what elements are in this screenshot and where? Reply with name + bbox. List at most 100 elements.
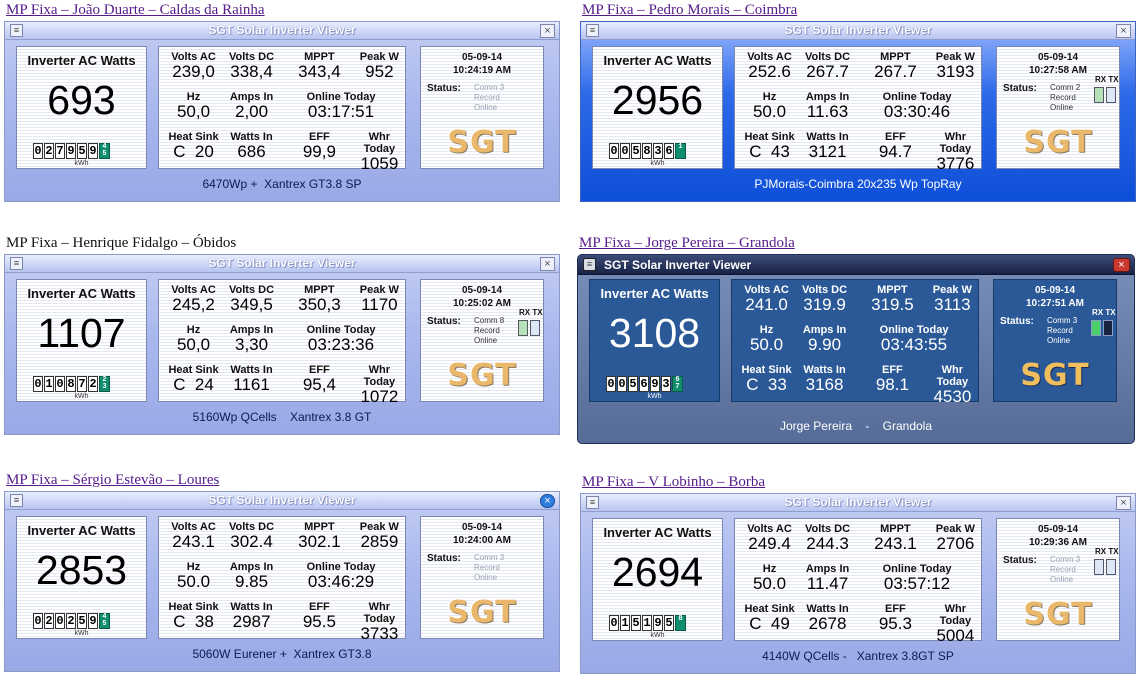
close-icon[interactable]: × [1116,24,1131,38]
status-time: 10:24:00 AM [453,535,511,546]
odometer-fraction-digit: 23 [99,376,110,392]
odometer-digit: 7 [55,143,65,159]
peak-w-value: 1170 [361,295,398,314]
whr-today-label: Whr Today [939,131,972,155]
close-icon[interactable]: × [540,24,555,38]
whr-today-value: 1059 [360,154,399,173]
window-menu-icon[interactable]: ≡ [583,258,596,271]
online-today-value: 03:46:29 [307,572,375,591]
whr-today-label: Whr Today [939,603,972,627]
peak-w-value: 952 [365,62,394,81]
watts-in-value: 1161 [233,375,270,394]
online-label: Online [474,103,498,112]
amps-in-value: 2,00 [234,102,269,121]
window-title: SGT Solar Inverter Viewer [208,493,356,507]
ac-watts-value: 2694 [611,549,704,595]
whr-today-value: 1072 [360,387,399,406]
odometer-digit: 5 [631,615,641,631]
odometer-digit: 0 [606,376,616,392]
volts-dc-value: 267.7 [806,62,849,81]
sgt-logo: SGT [1023,125,1093,160]
watts-in-value: 686 [237,142,266,161]
sgt-logo: SGT [447,595,517,630]
odometer-digit: 0 [55,376,65,392]
inverter-caption-link[interactable]: MP Fixa – Pedro Morais – Coimbra [580,0,1136,21]
online-today-value: 03:30:46 [883,102,951,121]
ac-watts-panel: Inverter AC Watts 693 02795945 kWh [16,46,147,169]
close-icon[interactable]: × [1116,496,1131,510]
title-bar[interactable]: ≡ SGT Solar Inverter Viewer × [578,255,1134,275]
eff-value: 98.1 [875,375,909,394]
inverter-window: ≡ SGT Solar Inverter Viewer × Inverter A… [4,254,560,435]
ac-watts-panel: Inverter AC Watts 2694 0151958 kWh [592,518,723,641]
odometer-digit: 6 [639,376,649,392]
title-bar[interactable]: ≡ SGT Solar Inverter Viewer × [5,255,559,273]
whr-today-label: Whr Today [363,364,396,388]
sgt-logo: SGT [1020,358,1090,393]
odometer-fraction-bottom: 5 [102,150,107,158]
close-icon[interactable]: × [540,257,555,271]
mppt-value: 350,3 [298,295,341,314]
peak-w-value: 3193 [936,62,975,81]
status-list: Comm 2 Record Online [1050,83,1080,113]
volts-dc-value: 302.4 [230,532,273,551]
online-label: Online [1047,336,1071,345]
kwh-label: kWh [647,393,662,400]
eff-value: 95.3 [878,614,912,633]
volts-dc-value: 349,5 [230,295,273,314]
odometer-fraction-bottom: 3 [102,383,107,391]
volts-dc-value: 319.9 [803,295,846,314]
status-list: Comm 3 Record Online [474,83,504,113]
status-date: 05-09-14 [1034,285,1076,296]
inverter-window: ≡ SGT Solar Inverter Viewer × Inverter A… [4,491,560,672]
sgt-logo: SGT [447,358,517,393]
ac-watts-label: Inverter AC Watts [603,53,712,68]
inverter-cell: MP Fixa – João Duarte – Caldas da Rainha… [4,0,560,202]
comm-label: Comm [474,83,498,92]
watts-in-value: 3168 [805,375,844,394]
close-icon[interactable]: × [1113,258,1130,272]
amps-in-value: 9.85 [234,572,269,591]
hz-value: 50,0 [176,335,211,354]
volts-ac-value: 252.6 [748,62,791,81]
inverter-caption-link[interactable]: MP Fixa – Sérgio Estevão – Loures [4,470,560,491]
inverter-cell: MP Fixa – Henrique Fidalgo – Óbidos ≡ SG… [4,233,560,435]
whr-today-value: 3776 [936,154,975,173]
odometer-digit: 1 [642,615,652,631]
title-bar[interactable]: ≡ SGT Solar Inverter Viewer × [581,22,1135,40]
odometer-digit: 2 [44,143,54,159]
inverter-cell: MP Fixa – Sérgio Estevão – Loures ≡ SGT … [4,470,560,672]
title-bar[interactable]: ≡ SGT Solar Inverter Viewer × [581,494,1135,512]
ac-watts-value: 2956 [611,77,704,123]
title-bar[interactable]: ≡ SGT Solar Inverter Viewer × [5,22,559,40]
tx-indicator [1103,320,1113,336]
online-today-value: 03:17:51 [307,102,375,121]
status-panel: 05-09-14 10:27:58 AM Status: Comm 2 Reco… [996,46,1120,169]
odometer-digit: 6 [664,143,674,159]
watts-in-value: 3121 [808,142,847,161]
window-title: SGT Solar Inverter Viewer [208,256,356,270]
inverter-caption-link[interactable]: MP Fixa – João Duarte – Caldas da Rainha [4,0,560,21]
volts-dc-value: 244.3 [806,534,849,553]
odometer-digit: 5 [664,615,674,631]
odometer-fraction-digit: 45 [99,613,110,629]
status-list: Comm 8 Record Online [474,316,504,346]
comm-count: 3 [1075,555,1081,564]
volts-ac-value: 245,2 [172,295,215,314]
mppt-value: 267.7 [874,62,917,81]
ac-watts-panel: Inverter AC Watts 3108 00569367 kWh [589,279,720,402]
close-icon[interactable]: × [540,494,555,508]
window-title: SGT Solar Inverter Viewer [604,258,752,272]
kwh-odometer: 00569367 [606,376,684,392]
record-label: Record [474,563,500,572]
comm-label: Comm [1050,83,1074,92]
title-bar[interactable]: ≡ SGT Solar Inverter Viewer × [5,492,559,510]
online-label: Online [1050,575,1074,584]
odometer-digit: 7 [77,376,87,392]
inverter-caption-link[interactable]: MP Fixa – V Lobinho – Borba [580,472,1136,493]
eff-value: 99,9 [302,142,336,161]
inverter-window: ≡ SGT Solar Inverter Viewer × Inverter A… [580,493,1136,674]
status-date: 05-09-14 [1037,524,1079,535]
inverter-caption-link[interactable]: MP Fixa – Jorge Pereira – Grandola [577,233,1133,254]
tx-indicator [1106,559,1116,575]
